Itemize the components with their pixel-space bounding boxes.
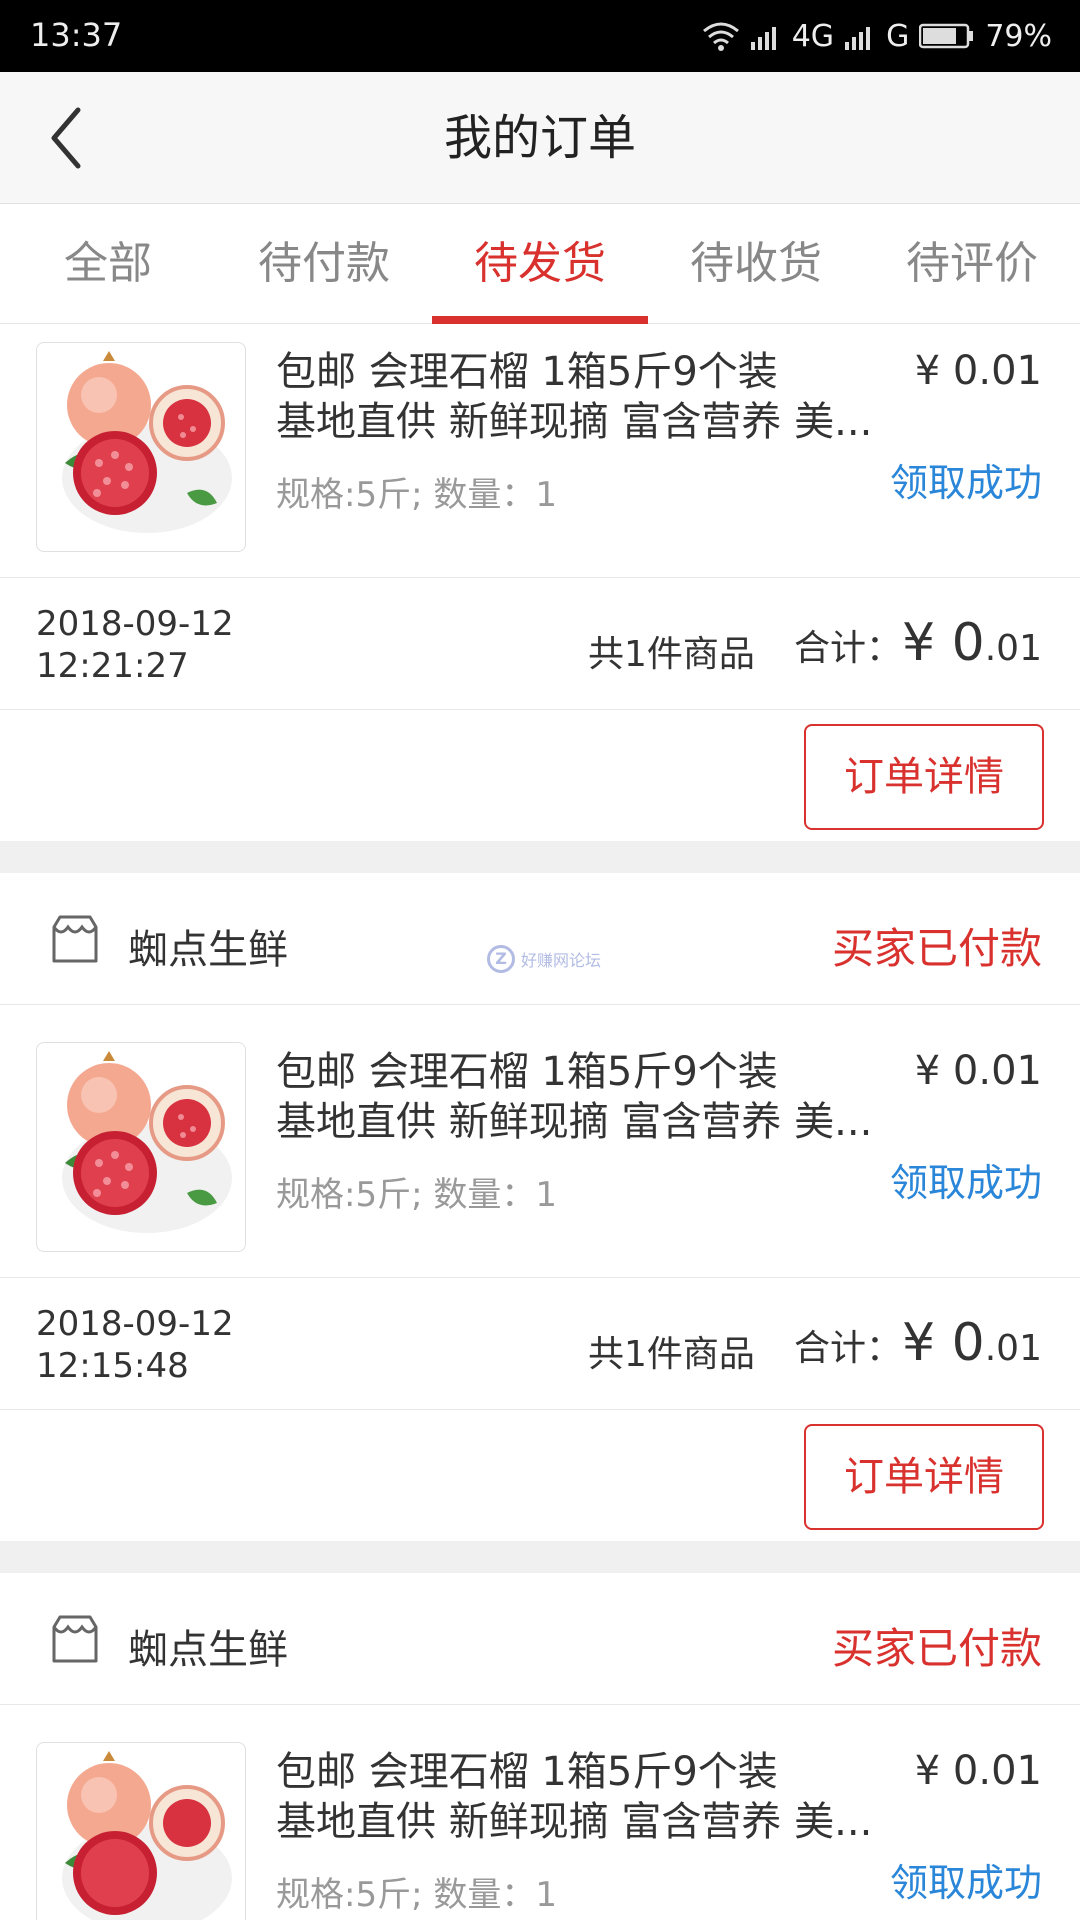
order-total-decimal: .01 [984, 1328, 1042, 1369]
store-icon [52, 915, 98, 963]
pomegranate-image [62, 1051, 232, 1233]
product-spec: 规格:5斤; 数量：1 [276, 475, 557, 515]
network-g-label: G [886, 18, 910, 54]
divider [0, 1704, 1080, 1705]
page-title: 我的订单 [443, 110, 636, 166]
wifi-icon [702, 22, 739, 51]
status-time: 13:37 [30, 16, 123, 54]
section-gap [0, 1541, 1080, 1573]
product-price: ¥ 0.01 [914, 1748, 1042, 1794]
divider [0, 1409, 1080, 1410]
product-image[interactable] [36, 342, 246, 552]
product-image[interactable] [36, 1042, 246, 1252]
product-name-line1: 包邮 会理石榴 1箱5斤9个装 [276, 1749, 778, 1795]
order-total: 合计：¥ 0.01 [794, 613, 1042, 673]
order-time: 2018-09-12 12:21:27 [36, 603, 234, 687]
divider [0, 1277, 1080, 1278]
product-spec: 规格:5斤; 数量：1 [276, 1875, 557, 1915]
tab-pending-review[interactable]: 待评价 [864, 204, 1080, 324]
order-total-label: 合计： [794, 628, 903, 669]
nav-bar: 我的订单 [0, 72, 1080, 204]
product-name[interactable]: 包邮 会理石榴 1箱5斤9个装 基地直供 新鲜现摘 富含营养 美... [276, 1047, 896, 1147]
divider [0, 577, 1080, 578]
product-name[interactable]: 包邮 会理石榴 1箱5斤9个装 基地直供 新鲜现摘 富含营养 美... [276, 347, 896, 447]
order-detail-button[interactable]: 订单详情 [804, 724, 1044, 830]
product-name-line2: 基地直供 新鲜现摘 富含营养 美... [276, 1799, 873, 1845]
order-detail-button[interactable]: 订单详情 [804, 1424, 1044, 1530]
order-total-symbol: ¥ [902, 613, 952, 673]
product-name-line1: 包邮 会理石榴 1箱5斤9个装 [276, 1049, 778, 1095]
product-image[interactable] [36, 1742, 246, 1920]
order-tabs: 全部 待付款 待发货 待收货 待评价 [0, 204, 1080, 324]
order-total-int: 0 [951, 613, 985, 673]
battery-icon [919, 23, 974, 49]
divider [0, 709, 1080, 710]
store-name[interactable]: 蜘点生鲜 [128, 917, 288, 975]
order-date: 2018-09-12 [36, 604, 234, 644]
product-spec: 规格:5斤; 数量：1 [276, 1175, 557, 1215]
signal-icon [750, 27, 776, 50]
order-card: 包邮 会理石榴 1箱5斤9个装 基地直供 新鲜现摘 富含营养 美... 规格:5… [0, 325, 1080, 841]
product-price: ¥ 0.01 [914, 348, 1042, 394]
order-total-decimal: .01 [984, 628, 1042, 669]
product-status: 领取成功 [889, 461, 1042, 505]
product-name-line1: 包邮 会理石榴 1箱5斤9个装 [276, 349, 778, 395]
tab-all[interactable]: 全部 [0, 204, 216, 324]
product-status: 领取成功 [889, 1861, 1042, 1905]
store-name[interactable]: 蜘点生鲜 [128, 1617, 288, 1675]
status-indicators: 4G G 79% [702, 14, 1052, 58]
tab-pending-receipt[interactable]: 待收货 [648, 204, 864, 324]
watermark: Z 好赚网论坛 [487, 945, 601, 973]
product-price: ¥ 0.01 [914, 1048, 1042, 1094]
signal-icon-2 [845, 27, 871, 50]
order-card: 蜘点生鲜 买家已付款 包邮 会理石榴 1箱5斤9个装 基地直供 新鲜现摘 富含营… [0, 1573, 1080, 1920]
product-status: 领取成功 [889, 1161, 1042, 1205]
pomegranate-image [62, 351, 232, 533]
order-clock: 12:21:27 [36, 646, 189, 686]
pomegranate-image [62, 1751, 232, 1920]
tab-pending-payment[interactable]: 待付款 [216, 204, 432, 324]
order-total-int: 0 [951, 1313, 985, 1373]
section-gap [0, 841, 1080, 873]
order-clock: 12:15:48 [36, 1346, 189, 1386]
order-time: 2018-09-12 12:15:48 [36, 1303, 234, 1387]
watermark-logo-icon: Z [487, 945, 515, 973]
order-status: 买家已付款 [831, 924, 1042, 973]
order-status: 买家已付款 [831, 1624, 1042, 1673]
order-total: 合计：¥ 0.01 [794, 1313, 1042, 1373]
network-4g-label: 4G [791, 18, 835, 54]
order-total-label: 合计： [794, 1328, 903, 1369]
watermark-text: 好赚网论坛 [521, 951, 602, 970]
store-icon [52, 1615, 98, 1663]
order-item-count: 共1件商品 [588, 1334, 755, 1375]
order-card: 蜘点生鲜 买家已付款 包邮 会理石榴 1箱5斤9个装 基地直供 新鲜现摘 富含营… [0, 873, 1080, 1541]
order-item-count: 共1件商品 [588, 634, 755, 675]
product-name-line2: 基地直供 新鲜现摘 富含营养 美... [276, 1099, 873, 1145]
order-total-symbol: ¥ [902, 1313, 952, 1373]
battery-percent: 79% [985, 18, 1052, 54]
divider [0, 1004, 1080, 1005]
tab-pending-shipment[interactable]: 待发货 [432, 204, 648, 324]
product-name-line2: 基地直供 新鲜现摘 富含营养 美... [276, 399, 873, 445]
status-bar: 13:37 4G G 79% [0, 0, 1080, 72]
product-name[interactable]: 包邮 会理石榴 1箱5斤9个装 基地直供 新鲜现摘 富含营养 美... [276, 1747, 896, 1847]
order-date: 2018-09-12 [36, 1304, 234, 1344]
